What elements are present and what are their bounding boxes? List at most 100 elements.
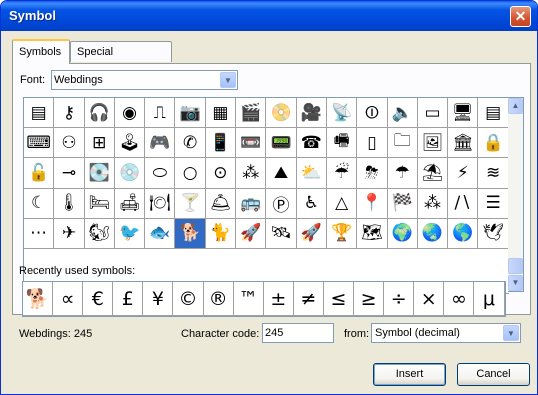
symbol-cell[interactable]: ☂ <box>387 158 418 189</box>
symbol-cell[interactable]: ⁂ <box>236 158 267 189</box>
recently-used-symbols[interactable]: 🐕 ∝ € £ ¥ © ® ™ ± ≠ ≤ ≥ ÷ × ∞ μ <box>22 281 506 317</box>
symbol-cell[interactable]: 📼 <box>236 128 267 159</box>
symbol-cell[interactable]: ○ <box>175 158 206 189</box>
recent-symbol-cell[interactable]: × <box>414 282 445 316</box>
symbol-cell[interactable]: ⁂ <box>417 188 449 219</box>
symbol-cell[interactable]: ⬭ <box>145 158 176 189</box>
symbol-cell[interactable]: 🐕 <box>175 218 206 249</box>
symbol-cell[interactable]: 🏁 <box>387 188 418 219</box>
symbol-cell[interactable]: 🐦 <box>114 218 146 249</box>
symbol-cell[interactable]: 🍸 <box>175 188 206 219</box>
chevron-down-icon[interactable]: ▼ <box>503 325 519 341</box>
recent-symbol-cell[interactable]: ™ <box>233 282 264 316</box>
tab-special-characters[interactable]: Special Characters <box>70 41 172 78</box>
symbol-cell[interactable]: ⎍ <box>145 98 176 129</box>
symbol-cell[interactable]: 🌎 <box>448 218 479 249</box>
symbol-cell[interactable]: ⏼ <box>357 98 388 129</box>
symbol-cell[interactable]: 📟 <box>266 128 297 159</box>
symbol-cell[interactable]: ▭ <box>417 98 449 129</box>
recent-symbol-cell[interactable]: ∞ <box>444 282 475 316</box>
symbol-cell[interactable]: 🌍 <box>387 218 418 249</box>
recent-symbol-cell[interactable]: ÷ <box>384 282 415 316</box>
symbol-cell[interactable]: ☔ <box>326 158 358 189</box>
symbol-cell[interactable]: ⊸ <box>54 158 85 189</box>
symbol-cell[interactable]: ⌨ <box>24 128 55 159</box>
symbol-cell[interactable]: 🏆 <box>326 218 358 249</box>
symbol-cell[interactable]: ⛰ <box>266 158 297 189</box>
symbol-cell[interactable]: 🗀 <box>387 128 418 159</box>
symbol-cell[interactable]: 🛋 <box>114 188 146 219</box>
symbol-cell[interactable]: 🏛 <box>448 128 479 159</box>
symbol-cell[interactable]: 🖷 <box>326 128 358 159</box>
character-code-input[interactable]: 245 <box>262 323 334 343</box>
symbol-cell[interactable]: 💽 <box>84 158 115 189</box>
symbol-cell[interactable]: 🌡 <box>54 188 85 219</box>
symbol-cell[interactable]: 🛏 <box>84 188 115 219</box>
symbol-cell[interactable]: ⛅ <box>296 158 327 189</box>
symbol-cell[interactable]: ⚷ <box>54 98 85 129</box>
symbol-cell[interactable]: 🗺 <box>357 218 388 249</box>
symbol-cell[interactable]: Ⓟ <box>266 188 297 219</box>
symbol-cell[interactable]: 🐟 <box>145 218 176 249</box>
recent-symbol-cell[interactable]: ® <box>203 282 234 316</box>
symbol-cell[interactable]: 🖼 <box>417 128 449 159</box>
symbol-cell[interactable]: 🛎 <box>205 188 237 219</box>
from-dropdown[interactable]: Symbol (decimal) ▼ <box>371 323 521 343</box>
symbol-cell[interactable]: 📷 <box>175 98 206 129</box>
symbol-cell[interactable]: ⚇ <box>54 128 85 159</box>
symbol-cell[interactable]: ⛱ <box>417 158 449 189</box>
symbol-cell[interactable]: 🖥 <box>448 98 479 129</box>
symbol-cell[interactable]: ⊞ <box>84 128 115 159</box>
symbol-cell[interactable]: ⚡ <box>448 158 479 189</box>
insert-button[interactable]: Insert <box>373 363 446 386</box>
symbol-cell[interactable]: ◉ <box>114 98 146 129</box>
symbol-cell[interactable]: ✆ <box>175 128 206 159</box>
symbol-cell[interactable]: 🚀 <box>296 218 327 249</box>
recent-symbol-cell[interactable]: ± <box>263 282 294 316</box>
symbol-cell[interactable]: 🛰 <box>266 218 297 249</box>
close-button[interactable]: ✕ <box>510 6 531 27</box>
symbol-cell[interactable]: 📍 <box>357 188 388 219</box>
scroll-up-icon[interactable]: ▲ <box>508 98 523 114</box>
symbol-grid-scrollbar[interactable]: ▲ ▼ <box>508 97 524 292</box>
symbol-cell[interactable]: ▦ <box>205 98 237 129</box>
recent-symbol-cell[interactable]: ¥ <box>143 282 174 316</box>
symbol-cell[interactable]: 🕊 <box>478 218 509 249</box>
symbol-cell[interactable]: ⋯ <box>24 218 55 249</box>
symbol-cell[interactable]: ▯ <box>357 128 388 159</box>
chevron-down-icon[interactable]: ▼ <box>220 72 236 88</box>
symbol-cell[interactable]: ▤ <box>24 98 55 129</box>
symbol-cell[interactable]: △ <box>326 188 358 219</box>
symbol-cell[interactable]: ⛈ <box>357 158 388 189</box>
symbol-cell[interactable]: 💿 <box>114 158 146 189</box>
symbol-cell[interactable]: 🕹 <box>114 128 146 159</box>
symbol-cell[interactable]: 🐿 <box>84 218 115 249</box>
symbol-cell[interactable]: ∕∖ <box>448 188 479 219</box>
symbol-cell[interactable]: 🐈 <box>205 218 237 249</box>
symbol-cell[interactable]: 🚀 <box>236 218 267 249</box>
symbol-cell[interactable]: ✈ <box>54 218 85 249</box>
symbol-cell[interactable]: ⊙ <box>205 158 237 189</box>
tab-symbols[interactable]: Symbols <box>12 39 70 64</box>
symbol-cell[interactable]: 🚌 <box>236 188 267 219</box>
symbol-cell[interactable]: 🔈 <box>387 98 418 129</box>
symbol-cell[interactable]: ≋ <box>478 158 509 189</box>
symbol-cell[interactable]: 🎥 <box>296 98 327 129</box>
recent-symbol-cell[interactable]: ≠ <box>293 282 324 316</box>
recent-symbol-cell[interactable]: ≥ <box>354 282 385 316</box>
font-dropdown[interactable]: Webdings ▼ <box>51 70 238 90</box>
recent-symbol-cell[interactable]: € <box>83 282 114 316</box>
symbol-cell[interactable]: 🎮 <box>145 128 176 159</box>
symbol-cell[interactable]: 🎬 <box>236 98 267 129</box>
scroll-down-icon[interactable]: ▼ <box>508 275 523 291</box>
recent-symbol-cell[interactable]: 🐕 <box>23 282 54 316</box>
symbol-cell[interactable]: ☎ <box>296 128 327 159</box>
scroll-thumb[interactable] <box>508 258 523 274</box>
symbol-cell[interactable]: ☰ <box>478 188 509 219</box>
recent-symbol-cell[interactable]: μ <box>474 282 505 316</box>
symbol-cell[interactable]: 🍽 <box>145 188 176 219</box>
symbol-cell[interactable]: 📡 <box>326 98 358 129</box>
symbol-cell[interactable]: 📱 <box>205 128 237 159</box>
symbol-cell[interactable]: ▤ <box>478 98 509 129</box>
recent-symbol-cell[interactable]: © <box>173 282 204 316</box>
